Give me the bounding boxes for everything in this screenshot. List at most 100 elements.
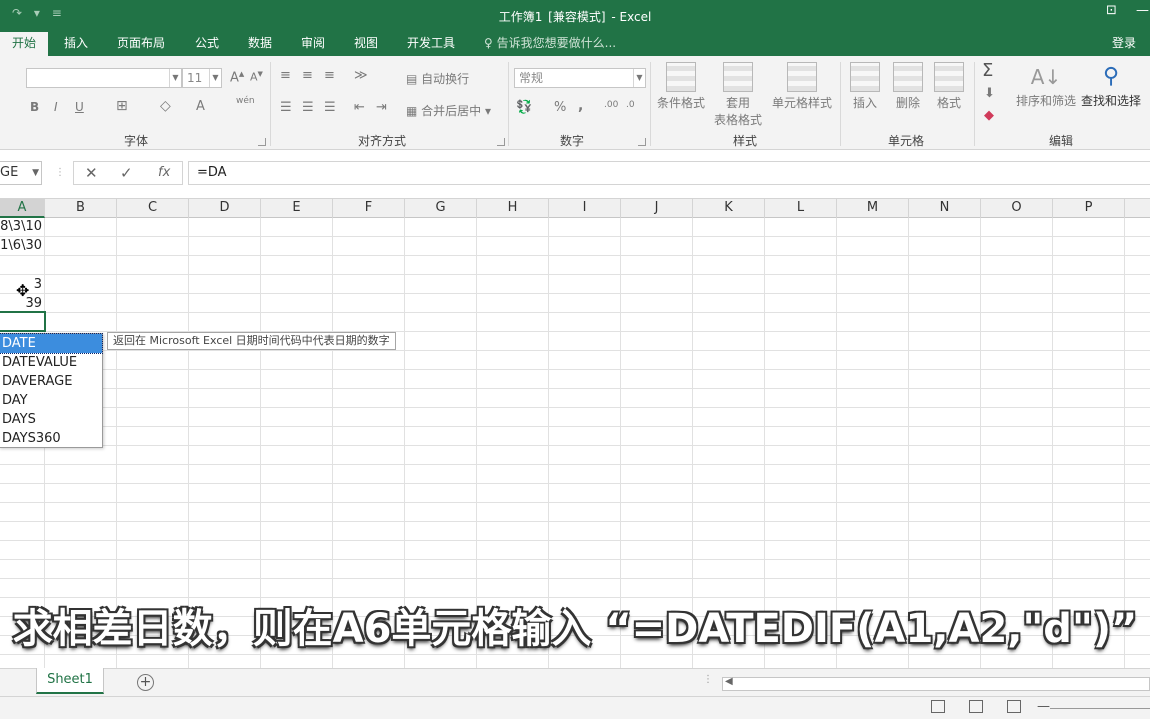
- ribbon-separator: [974, 62, 975, 146]
- active-cell-a6[interactable]: [0, 311, 46, 332]
- comma-button[interactable]: ,: [578, 98, 583, 114]
- scroll-split-grip[interactable]: ⋮: [703, 674, 713, 685]
- column-header[interactable]: N: [909, 199, 981, 218]
- format-cells-button[interactable]: 格式: [932, 62, 966, 111]
- cell-a2[interactable]: 1\6\30: [0, 237, 42, 255]
- login-link[interactable]: 登录: [1112, 32, 1136, 54]
- page-break-view-icon[interactable]: [1007, 700, 1021, 713]
- tab-review[interactable]: 审阅: [301, 32, 325, 56]
- normal-view-icon[interactable]: [931, 700, 945, 713]
- font-size-combo[interactable]: 11 ▼: [182, 68, 222, 88]
- underline-button[interactable]: U: [75, 100, 84, 114]
- sort-filter-button[interactable]: A↓ 排序和筛选: [1014, 62, 1078, 109]
- tell-me-search[interactable]: ♀ 告诉我您想要做什么...: [484, 32, 616, 54]
- ribbon-separator: [650, 62, 651, 146]
- column-header[interactable]: B: [45, 199, 117, 218]
- bold-button[interactable]: B: [30, 100, 39, 114]
- cell-a1[interactable]: 8\3\10: [0, 218, 42, 236]
- tab-page-layout[interactable]: 页面布局: [117, 32, 165, 56]
- alignment-dialog-launcher[interactable]: [497, 138, 505, 146]
- find-select-button[interactable]: ⚲ 查找和选择: [1080, 62, 1142, 109]
- minimize-icon[interactable]: —: [1136, 3, 1149, 18]
- scroll-left-icon[interactable]: ◀: [725, 676, 733, 687]
- borders-icon[interactable]: ⊞: [116, 98, 128, 114]
- increase-indent-icon[interactable]: ⇥: [376, 100, 387, 115]
- tab-view[interactable]: 视图: [354, 32, 378, 56]
- cell-styles-label: 单元格样式: [771, 96, 832, 110]
- merge-center-button[interactable]: ▦ 合并后居中 ▾: [406, 102, 491, 119]
- column-header[interactable]: E: [261, 199, 333, 218]
- autocomplete-item[interactable]: DAYS: [0, 410, 102, 429]
- number-dialog-launcher[interactable]: [638, 138, 646, 146]
- font-name-combo[interactable]: ▼: [26, 68, 182, 88]
- autocomplete-item[interactable]: DAY: [0, 391, 102, 410]
- autocomplete-item[interactable]: DATEVALUE: [0, 353, 102, 372]
- column-header[interactable]: P: [1053, 199, 1125, 218]
- font-color-icon[interactable]: A: [196, 99, 205, 114]
- tab-developer[interactable]: 开发工具: [407, 32, 455, 56]
- number-format-combo[interactable]: 常规 ▼: [514, 68, 646, 88]
- name-box[interactable]: GE ▼: [0, 161, 42, 185]
- autosum-button[interactable]: Σ: [982, 60, 993, 81]
- autocomplete-item[interactable]: DATE: [0, 333, 103, 354]
- tab-formulas[interactable]: 公式: [195, 32, 219, 56]
- fill-color-icon[interactable]: ◇: [160, 98, 171, 114]
- align-top-icon[interactable]: ≡: [280, 68, 291, 83]
- insert-cells-button[interactable]: 插入: [848, 62, 882, 111]
- video-subtitle: 求相差日数，则在A6单元格输入 “=DATEDIF(A1,A2,"d")”: [12, 606, 1138, 652]
- align-center-icon[interactable]: ☰: [302, 100, 314, 115]
- formula-bar-grip[interactable]: ⋮: [55, 167, 65, 178]
- phonetic-button[interactable]: wén: [236, 96, 255, 106]
- column-header[interactable]: L: [765, 199, 837, 218]
- column-header[interactable]: M: [837, 199, 909, 218]
- add-sheet-button[interactable]: +: [137, 674, 154, 691]
- align-middle-icon[interactable]: ≡: [302, 68, 313, 83]
- accounting-format-icon[interactable]: 💱: [516, 100, 532, 115]
- formula-input[interactable]: =DA: [188, 161, 1150, 185]
- increase-decimal-icon[interactable]: .00: [604, 100, 618, 110]
- clear-eraser-icon[interactable]: ◆: [984, 108, 994, 123]
- cancel-button[interactable]: ✕: [85, 164, 98, 182]
- tab-data[interactable]: 数据: [248, 32, 272, 56]
- percent-button[interactable]: %: [554, 100, 566, 115]
- align-bottom-icon[interactable]: ≡: [324, 68, 335, 83]
- column-header[interactable]: A: [0, 199, 45, 218]
- orientation-icon[interactable]: ≫: [354, 68, 368, 83]
- column-header[interactable]: J: [621, 199, 693, 218]
- enter-button[interactable]: ✓: [120, 164, 133, 182]
- column-header[interactable]: O: [981, 199, 1053, 218]
- font-dialog-launcher[interactable]: [258, 138, 266, 146]
- align-right-icon[interactable]: ☰: [324, 100, 336, 115]
- page-layout-view-icon[interactable]: [969, 700, 983, 713]
- font-size-value: 11: [187, 71, 203, 85]
- zoom-slider[interactable]: [1050, 708, 1150, 709]
- column-header[interactable]: G: [405, 199, 477, 218]
- increase-font-icon[interactable]: A▲: [230, 70, 244, 85]
- column-header[interactable]: K: [693, 199, 765, 218]
- column-header[interactable]: I: [549, 199, 621, 218]
- column-header[interactable]: H: [477, 199, 549, 218]
- tab-home[interactable]: 开始: [0, 32, 49, 56]
- ribbon-display-icon[interactable]: ⊡: [1106, 3, 1117, 18]
- decrease-indent-icon[interactable]: ⇤: [354, 100, 365, 115]
- delete-cells-button[interactable]: 删除: [891, 62, 925, 111]
- italic-button[interactable]: I: [54, 100, 58, 114]
- insert-function-button[interactable]: fx: [158, 165, 170, 180]
- column-header[interactable]: C: [117, 199, 189, 218]
- decrease-font-icon[interactable]: A▼: [250, 70, 263, 84]
- decrease-decimal-icon[interactable]: .0: [626, 100, 635, 110]
- tab-insert[interactable]: 插入: [64, 32, 88, 56]
- wrap-text-button[interactable]: ▤ 自动换行: [406, 70, 469, 87]
- horizontal-scrollbar[interactable]: ◀: [722, 676, 1150, 691]
- align-left-icon[interactable]: ☰: [280, 100, 292, 115]
- column-header[interactable]: F: [333, 199, 405, 218]
- autocomplete-item[interactable]: DAYS360: [0, 429, 102, 448]
- format-as-table-button[interactable]: 套用 表格格式: [709, 62, 767, 128]
- sheet-tab[interactable]: Sheet1: [36, 668, 104, 694]
- zoom-out-icon[interactable]: —: [1037, 699, 1050, 714]
- fill-icon[interactable]: ⬇: [984, 86, 995, 101]
- cell-styles-button[interactable]: 单元格样式: [771, 62, 833, 111]
- column-header[interactable]: D: [189, 199, 261, 218]
- conditional-format-button[interactable]: 条件格式: [655, 62, 707, 111]
- autocomplete-item[interactable]: DAVERAGE: [0, 372, 102, 391]
